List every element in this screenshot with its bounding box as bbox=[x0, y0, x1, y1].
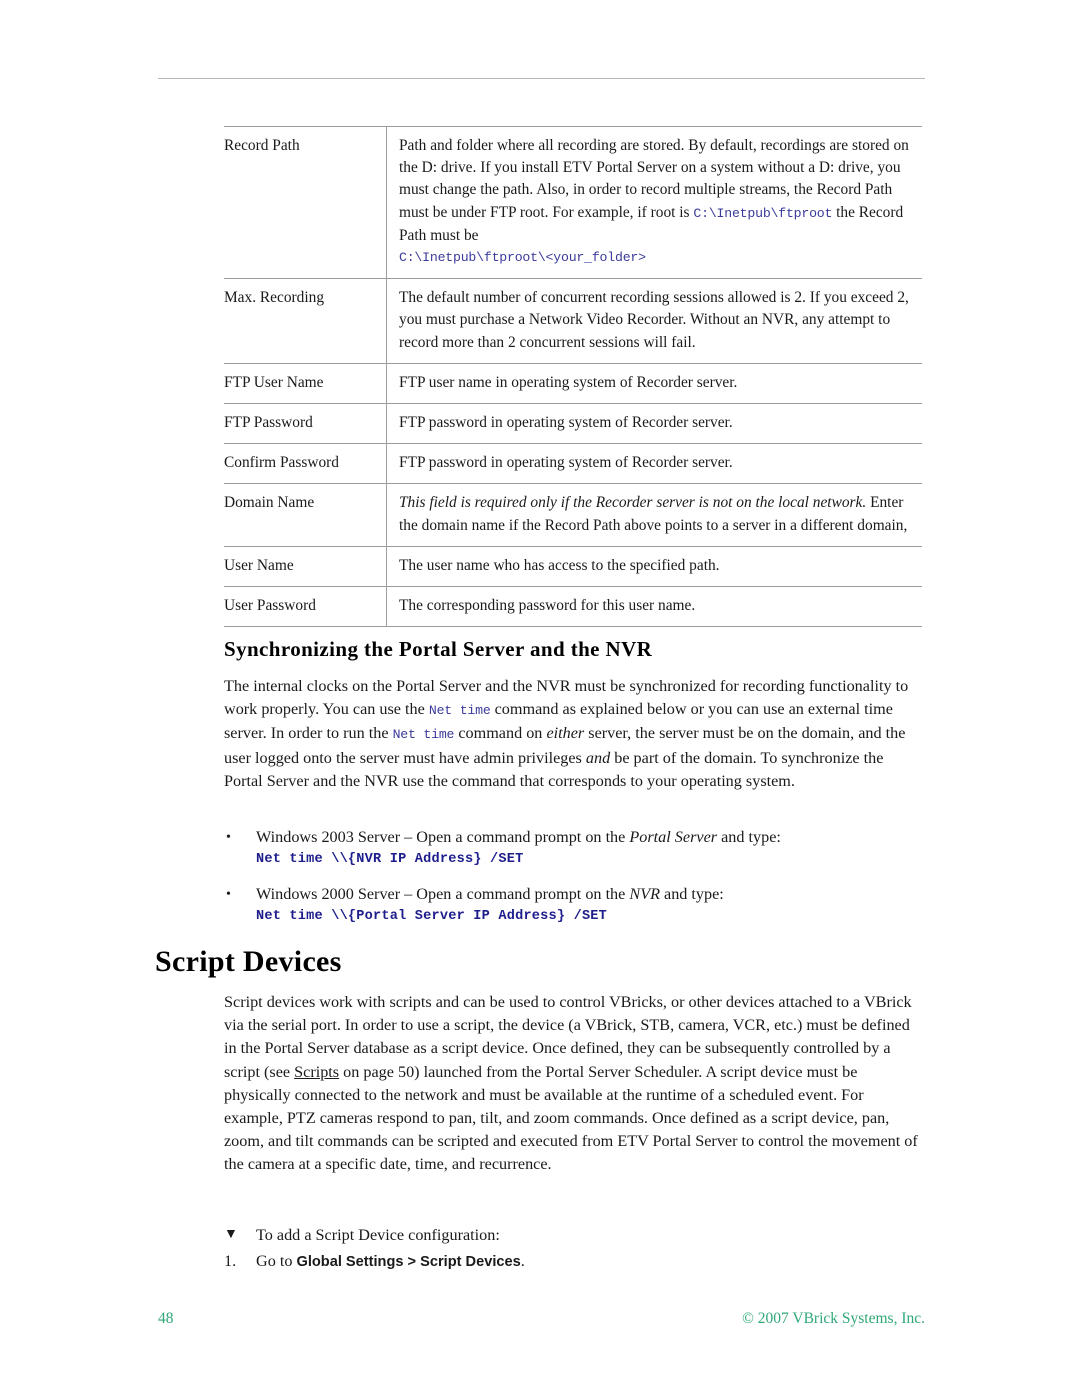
net-time-inline-code-1: Net time bbox=[428, 703, 491, 719]
sync-para-part-3: command on bbox=[454, 724, 547, 743]
step-text-tail: . bbox=[520, 1252, 525, 1270]
sync-para-emphasis-either: either bbox=[546, 724, 585, 743]
net-time-command-2003: Net time \\{NVR IP Address} /SET bbox=[256, 852, 524, 868]
record-path-inline-code: C:\Inetpub\ftproot bbox=[693, 205, 833, 221]
table-cell-term: FTP User Name bbox=[224, 363, 387, 404]
net-time-command-2000: Net time \\{Portal Server IP Address} /S… bbox=[256, 909, 608, 925]
bullet-text-tail: and type: bbox=[717, 828, 781, 846]
table-row: FTP Password FTP password in operating s… bbox=[224, 403, 922, 444]
bullet-text-lead: Windows 2000 Server – Open a command pro… bbox=[256, 885, 630, 904]
bullet-text-lead: Windows 2003 Server – Open a command pro… bbox=[256, 828, 630, 846]
sync-para-emphasis-and: and bbox=[585, 748, 611, 767]
procedure-intro-text: To add a Script Device configuration: bbox=[256, 1226, 500, 1244]
procedure-intro: ▼ To add a Script Device configuration: bbox=[224, 1222, 922, 1248]
table-row: FTP User Name FTP user name in operating… bbox=[224, 363, 922, 404]
cross-reference-scripts-link[interactable]: Scripts bbox=[294, 1063, 339, 1081]
procedure-step: 1. Go to Global Settings > Script Devices… bbox=[224, 1248, 922, 1275]
sync-intro-paragraph: The internal clocks on the Portal Server… bbox=[224, 675, 922, 793]
bullet-text-tail: and type: bbox=[659, 885, 724, 904]
bullet-text-italic: NVR bbox=[629, 885, 660, 904]
table-cell-description: FTP user name in operating system of Rec… bbox=[399, 373, 738, 391]
table-cell-description: FTP password in operating system of Reco… bbox=[399, 454, 733, 472]
record-path-code-block: C:\Inetpub\ftproot\<your_folder> bbox=[399, 250, 646, 266]
triangle-down-icon: ▼ bbox=[224, 1227, 238, 1242]
table-cell-term: FTP Password bbox=[224, 403, 387, 444]
step-text-lead: Go to bbox=[256, 1252, 297, 1270]
table-cell-term: User Password bbox=[224, 586, 387, 627]
table-cell-description: The user name who has access to the spec… bbox=[399, 556, 720, 574]
table-row: Max. Recording The default number of con… bbox=[224, 278, 922, 364]
header-rule bbox=[158, 78, 925, 79]
table-row: User Password The corresponding password… bbox=[224, 586, 922, 627]
ui-path-reference: Global Settings > Script Devices bbox=[296, 1254, 521, 1270]
step-number: 1. bbox=[224, 1252, 237, 1270]
table-cell-term: Domain Name bbox=[224, 483, 387, 547]
table-cell-description: This field is required only if the Recor… bbox=[387, 484, 923, 546]
table-cell-term: Confirm Password bbox=[224, 443, 387, 484]
table-row: Domain Name This field is required only … bbox=[224, 483, 923, 547]
sync-command-bullet-list: • Windows 2003 Server – Open a command pr… bbox=[224, 826, 922, 928]
procedure-block: ▼ To add a Script Device configuration: 1… bbox=[224, 1222, 922, 1275]
copyright-notice: © 2007 VBrick Systems, Inc. bbox=[742, 1310, 925, 1327]
bullet-text-italic: Portal Server bbox=[629, 828, 718, 846]
section-heading-script-devices: Script Devices bbox=[155, 945, 342, 978]
section-heading-synchronizing: Synchronizing the Portal Server and the … bbox=[224, 637, 653, 661]
document-page: Record Path Path and folder where all re… bbox=[0, 0, 1080, 1397]
table-cell-term: User Name bbox=[224, 546, 387, 587]
table-cell-term: Max. Recording bbox=[224, 278, 387, 364]
table-row: Confirm Password FTP password in operati… bbox=[224, 443, 922, 484]
table-cell-term: Record Path bbox=[224, 126, 387, 279]
script-devices-paragraph: Script devices work with scripts and can… bbox=[224, 991, 922, 1177]
net-time-inline-code-2: Net time bbox=[392, 727, 455, 743]
table-cell-description: FTP password in operating system of Reco… bbox=[399, 414, 733, 432]
bullet-spacer bbox=[224, 871, 922, 883]
domain-name-italic-note: This field is required only if the Recor… bbox=[399, 494, 867, 512]
table-cell-description: The default number of concurrent recordi… bbox=[399, 289, 909, 351]
table-row: Record Path Path and folder where all re… bbox=[224, 126, 923, 279]
bullet-dot-icon: • bbox=[226, 830, 231, 845]
bullet-dot-icon: • bbox=[226, 887, 231, 903]
list-item: • Windows 2000 Server – Open a command pr… bbox=[224, 883, 922, 906]
settings-description-table: Record Path Path and folder where all re… bbox=[224, 126, 922, 627]
page-number: 48 bbox=[158, 1310, 174, 1327]
table-cell-description: The corresponding password for this user… bbox=[399, 597, 696, 615]
list-item: • Windows 2003 Server – Open a command pr… bbox=[224, 826, 922, 849]
table-row: User Name The user name who has access t… bbox=[224, 546, 922, 587]
table-cell-description: Path and folder where all recording are … bbox=[387, 127, 923, 279]
